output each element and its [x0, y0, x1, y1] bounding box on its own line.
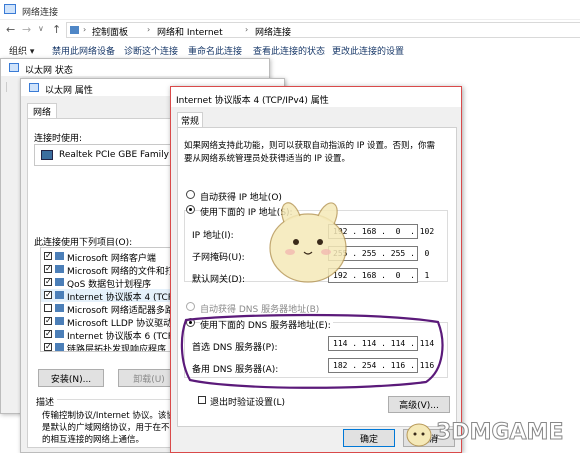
address-bar-row: ← → ∨ ↑ › 控制面板 › 网络和 Internet › 网络连接	[0, 20, 580, 40]
mascot-eye-left	[293, 239, 299, 245]
ipv4-titlebar: Internet 协议版本 4 (TCP/IPv4) 属性	[171, 87, 461, 107]
validate-checkbox[interactable]	[198, 396, 206, 404]
tab-general-label: 常规	[180, 117, 199, 127]
ipv4-title: Internet 协议版本 4 (TCP/IPv4) 属性	[176, 96, 329, 106]
properties-title: 以太网 属性	[45, 86, 93, 96]
toolbar-view-status[interactable]: 查看此连接的状态	[253, 44, 325, 57]
tab-general[interactable]: 常规	[177, 112, 203, 128]
tab-network-label: 网络	[32, 108, 51, 118]
forward-arrow-icon[interactable]: →	[22, 23, 31, 36]
toolbar-diagnose[interactable]: 诊断这个连接	[124, 44, 178, 57]
mascot-body	[269, 213, 347, 283]
address-bar[interactable]: › 控制面板 › 网络和 Internet › 网络连接	[66, 22, 580, 38]
toolbar-rename[interactable]: 重命名此连接	[188, 44, 242, 57]
watermark-text: 3DMGAME	[435, 420, 564, 446]
item-checkbox[interactable]	[44, 330, 52, 338]
ip-address-label: IP 地址(I):	[192, 231, 234, 241]
item-checkbox[interactable]	[44, 278, 52, 286]
recent-chevron-icon[interactable]: ∨	[38, 24, 44, 33]
item-label: 链路层拓扑发现响应程序	[67, 345, 167, 352]
validate-label[interactable]: 退出时验证设置(L)	[210, 395, 285, 408]
item-icon	[55, 330, 64, 338]
mascot-cheek-left	[285, 249, 295, 255]
intro-text: 如果网络支持此功能，则可以获取自动指派的 IP 设置。否则，你需要从网络系统管理…	[184, 141, 436, 164]
breadcrumb-network-internet[interactable]: 网络和 Internet	[157, 25, 223, 38]
breadcrumb-control-panel[interactable]: 控制面板	[92, 25, 128, 38]
item-icon	[55, 317, 64, 325]
item-checkbox[interactable]	[44, 252, 52, 260]
auto-ip-radio[interactable]	[186, 190, 195, 199]
back-arrow-icon[interactable]: ←	[6, 23, 15, 36]
explorer-toolbar: 组织 ▾ 禁用此网络设备 诊断这个连接 重命名此连接 查看此连接的状态 更改此连…	[0, 42, 580, 58]
ethernet-icon	[9, 63, 19, 72]
description-text: 传输控制协议/Internet 协议。该协议是默认的广域网络协议，用于在不同的相…	[42, 411, 184, 445]
mascot-illustration	[269, 202, 347, 283]
tab-network[interactable]: 网络	[27, 103, 57, 119]
toolbar-organize[interactable]: 组织 ▾	[9, 44, 34, 57]
explorer-title: 网络连接	[22, 8, 59, 18]
breadcrumb-sep-icon: ›	[245, 25, 249, 34]
up-arrow-icon[interactable]: ↑	[52, 23, 61, 36]
annotation-stroke	[180, 313, 444, 389]
item-icon	[55, 343, 64, 351]
watermark-mascot-icon	[406, 423, 432, 447]
item-checkbox[interactable]	[44, 291, 52, 299]
status-title: 以太网 状态	[25, 66, 73, 76]
breadcrumb-network-connections[interactable]: 网络连接	[255, 25, 291, 38]
toolbar-disable-device[interactable]: 禁用此网络设备	[52, 44, 115, 57]
control-panel-icon	[70, 26, 79, 34]
status-titlebar: 以太网 状态	[1, 59, 269, 76]
network-icon	[4, 4, 16, 14]
item-icon	[55, 252, 64, 260]
breadcrumb-sep-icon: ›	[147, 25, 151, 34]
explorer-titlebar: 网络连接	[0, 0, 580, 20]
annotation-ellipse	[180, 313, 444, 389]
item-icon	[55, 278, 64, 286]
connect-using-label: 连接时使用:	[34, 134, 83, 144]
auto-dns-radio[interactable]	[186, 302, 195, 311]
item-icon	[55, 291, 64, 299]
subnet-mask-label: 子网掩码(U):	[192, 253, 245, 263]
manual-ip-radio[interactable]	[186, 205, 195, 214]
adapter-icon	[41, 150, 53, 160]
toolbar-change-settings[interactable]: 更改此连接的设置	[332, 44, 404, 57]
item-checkbox[interactable]	[44, 317, 52, 325]
mascot-eye-right	[317, 239, 323, 245]
gateway-label: 默认网关(D):	[192, 275, 245, 285]
breadcrumb-sep-icon: ›	[83, 25, 87, 34]
mascot-cheek-right	[321, 249, 331, 255]
install-button[interactable]: 安装(N)...	[38, 369, 104, 387]
item-checkbox[interactable]	[44, 265, 52, 273]
ethernet-icon	[29, 83, 39, 92]
description-label: 描述	[36, 395, 58, 408]
watermark: 3DMGAME	[404, 414, 580, 450]
status-tab-fragment[interactable]	[6, 82, 16, 92]
ok-button[interactable]: 确定	[343, 429, 395, 447]
item-icon	[55, 304, 64, 312]
item-checkbox[interactable]	[44, 304, 52, 312]
advanced-button[interactable]: 高级(V)...	[388, 396, 450, 413]
item-checkbox[interactable]	[44, 343, 52, 351]
item-icon	[55, 265, 64, 273]
